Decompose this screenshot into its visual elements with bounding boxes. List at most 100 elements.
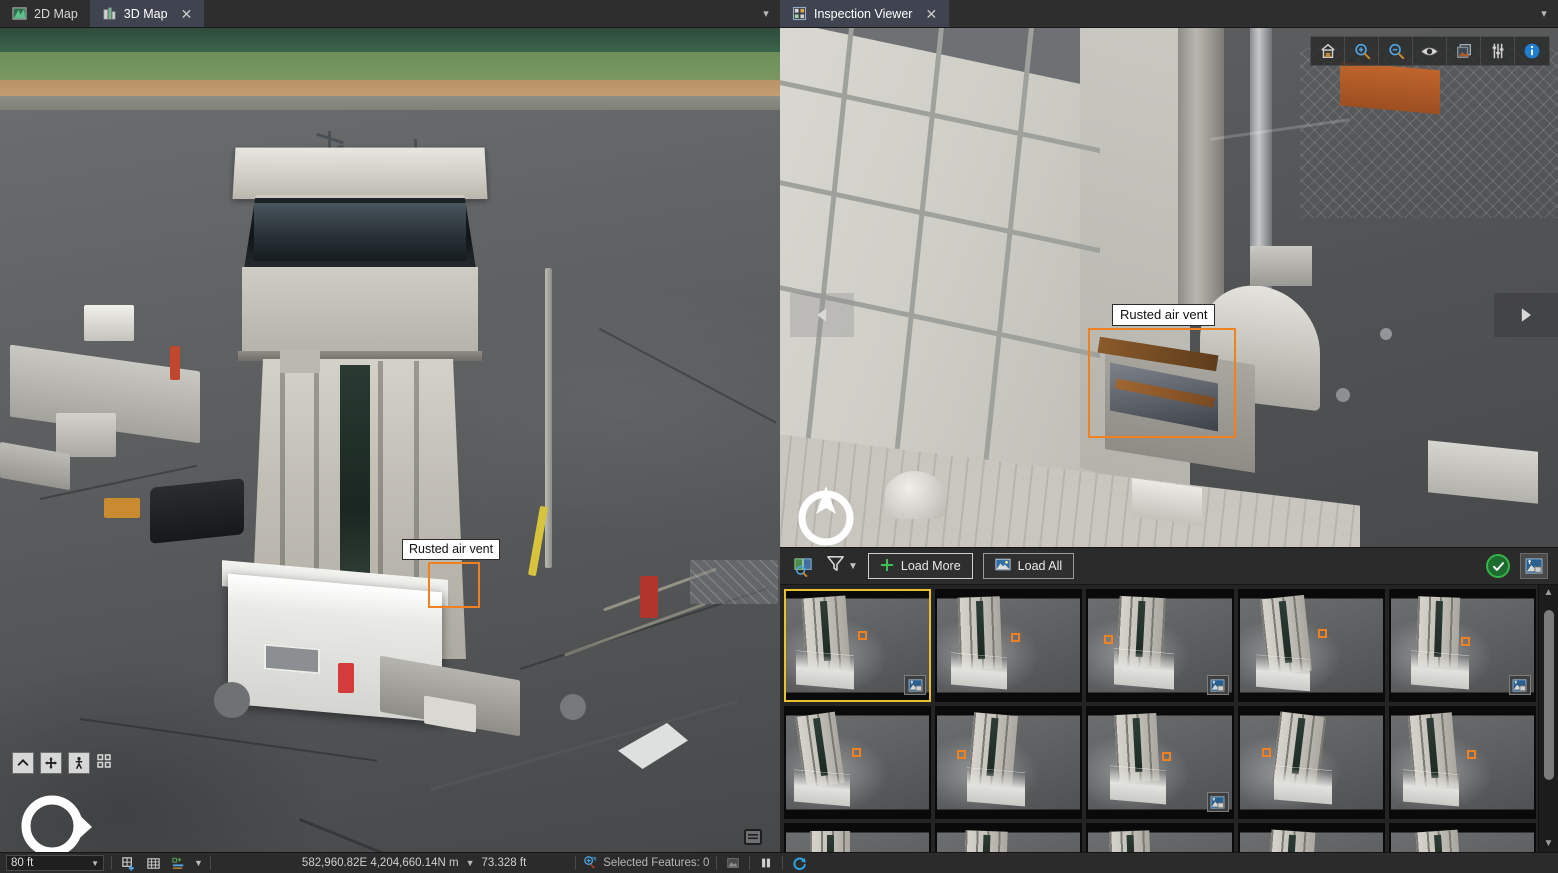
thumbnail-item[interactable] <box>1238 589 1385 702</box>
visibility-button[interactable] <box>1413 37 1447 65</box>
thumbnail-annex <box>951 653 1007 690</box>
load-all-label: Load All <box>1018 559 1062 573</box>
map-3d-viewport[interactable]: Rusted air vent <box>0 28 780 852</box>
tower-roof <box>232 148 487 200</box>
legend-button[interactable] <box>740 826 766 848</box>
thumbnail-item[interactable] <box>784 706 931 819</box>
annotation-box[interactable] <box>1088 328 1236 438</box>
thumbnail-annex <box>796 650 854 689</box>
add-feature-icon <box>171 856 186 871</box>
next-image-button[interactable] <box>1494 293 1558 337</box>
thumbnail-item[interactable] <box>935 823 1082 852</box>
load-more-label: Load More <box>901 559 961 573</box>
pause-rendering-button[interactable] <box>757 855 775 871</box>
select-images-icon[interactable] <box>790 553 816 579</box>
thumbnail-item[interactable] <box>1389 589 1536 702</box>
load-more-button[interactable]: Load More <box>868 553 973 579</box>
tab-3d-map[interactable]: 3D Map ✕ <box>90 0 205 27</box>
parked-vehicle <box>150 478 244 544</box>
map-thumbnail-button[interactable] <box>724 855 742 871</box>
sliders-icon <box>1489 42 1507 60</box>
refresh-button[interactable] <box>790 855 808 871</box>
inspection-viewer-icon <box>792 6 807 21</box>
selected-features-status: Selected Features: 0 <box>583 854 709 872</box>
thumbnail-item[interactable] <box>1086 823 1233 852</box>
filter-control[interactable]: ▼ <box>826 554 858 578</box>
thumbnail-item[interactable] <box>1086 706 1233 819</box>
thumbnail-annex <box>1411 650 1469 689</box>
tools-caret[interactable]: ▼ <box>194 858 203 868</box>
image-link-icon[interactable] <box>1509 675 1531 695</box>
close-icon[interactable]: ✕ <box>925 7 937 21</box>
confirm-button[interactable] <box>1486 554 1510 578</box>
home-button[interactable] <box>1311 37 1345 65</box>
image-settings-button[interactable] <box>1520 553 1548 579</box>
zoom-in-button[interactable] <box>1345 37 1379 65</box>
image-link-icon[interactable] <box>904 675 926 695</box>
tab-inspection-viewer[interactable]: Inspection Viewer ✕ <box>780 0 949 27</box>
select-feature-icon <box>583 854 598 872</box>
tab-2d-map[interactable]: 2D Map <box>0 0 90 27</box>
tab-3d-map-label: 3D Map <box>124 7 168 21</box>
thumbnail-item[interactable] <box>1389 706 1536 819</box>
light-pole <box>545 268 552 568</box>
divider <box>111 856 112 870</box>
status-bar: 80 ft ▼ ▼ 582,960. <box>0 852 1558 873</box>
inspection-image-viewport[interactable]: Rusted air vent <box>780 28 1558 547</box>
thumbnail-item[interactable] <box>935 706 1082 819</box>
image-settings-icon <box>1525 558 1543 574</box>
thumbnail-tower-glazing <box>1127 835 1135 852</box>
pause-icon <box>759 856 773 870</box>
thumbnail-scrollbar[interactable]: ▲ ▼ <box>1538 585 1558 852</box>
chevron-down-icon[interactable]: ▼ <box>848 561 858 572</box>
zoom-out-button[interactable] <box>1379 37 1413 65</box>
image-link-icon[interactable] <box>1207 675 1229 695</box>
info-button[interactable] <box>1515 37 1549 65</box>
coordinates-readout: 582,960.82E 4,204,660.14N m <box>302 857 459 869</box>
copy-image-button[interactable] <box>1447 37 1481 65</box>
thumbnail-item[interactable] <box>1389 823 1536 852</box>
chevron-down-icon[interactable]: ▼ <box>91 859 99 868</box>
thumbnail-item[interactable] <box>784 589 931 702</box>
image-debris <box>1380 328 1392 340</box>
grid-squares-icon[interactable] <box>96 753 112 774</box>
image-link-icon[interactable] <box>1207 792 1229 812</box>
image-wall-box <box>1250 246 1312 286</box>
pan-button[interactable] <box>40 752 62 774</box>
inspection-pane: Inspection Viewer ✕ ▾ <box>780 0 1558 852</box>
map-pane: 2D Map 3D Map ✕ ▾ <box>0 0 780 852</box>
navigate-up-button[interactable] <box>12 752 34 774</box>
chevron-down-icon[interactable]: ▼ <box>1544 839 1554 849</box>
navigation-compass[interactable] <box>14 785 96 852</box>
thumbnail-item[interactable] <box>784 823 931 852</box>
load-all-button[interactable]: Load All <box>983 553 1074 579</box>
inspection-tabbar: Inspection Viewer ✕ ▾ <box>780 0 1558 28</box>
map-thumb-icon <box>726 856 740 870</box>
thumbnail-item[interactable] <box>1086 589 1233 702</box>
grid-button[interactable] <box>144 855 162 871</box>
thumbnail-item[interactable] <box>1238 823 1385 852</box>
adjust-settings-button[interactable] <box>1481 37 1515 65</box>
new-layer-button[interactable] <box>119 855 137 871</box>
coordinates-units-caret[interactable]: ▼ <box>466 858 475 868</box>
annotation-box[interactable] <box>428 562 480 608</box>
chevron-down-icon[interactable]: ▾ <box>752 0 780 27</box>
chevron-down-icon[interactable]: ▾ <box>1530 0 1558 27</box>
thumbnail-tower-glazing <box>827 835 834 852</box>
annotation-label[interactable]: Rusted air vent <box>402 539 500 560</box>
thumbnail-item[interactable] <box>935 589 1082 702</box>
map-scale-selector[interactable]: 80 ft ▼ <box>6 855 104 871</box>
close-icon[interactable]: ✕ <box>181 7 193 21</box>
scrollbar-track[interactable] <box>1539 598 1558 839</box>
annotation-label[interactable]: Rusted air vent <box>1112 304 1215 326</box>
walk-mode-button[interactable] <box>68 752 90 774</box>
scrollbar-thumb[interactable] <box>1544 610 1554 780</box>
add-features-button[interactable] <box>169 855 187 871</box>
thumbnail-item[interactable] <box>1238 706 1385 819</box>
thumbnail-tower-glazing <box>1287 835 1296 852</box>
previous-image-button[interactable] <box>790 293 854 337</box>
divider <box>716 856 717 870</box>
chevron-up-icon[interactable]: ▲ <box>1544 588 1554 598</box>
zoom-out-icon <box>1387 42 1405 60</box>
image-north-compass[interactable] <box>790 478 862 547</box>
